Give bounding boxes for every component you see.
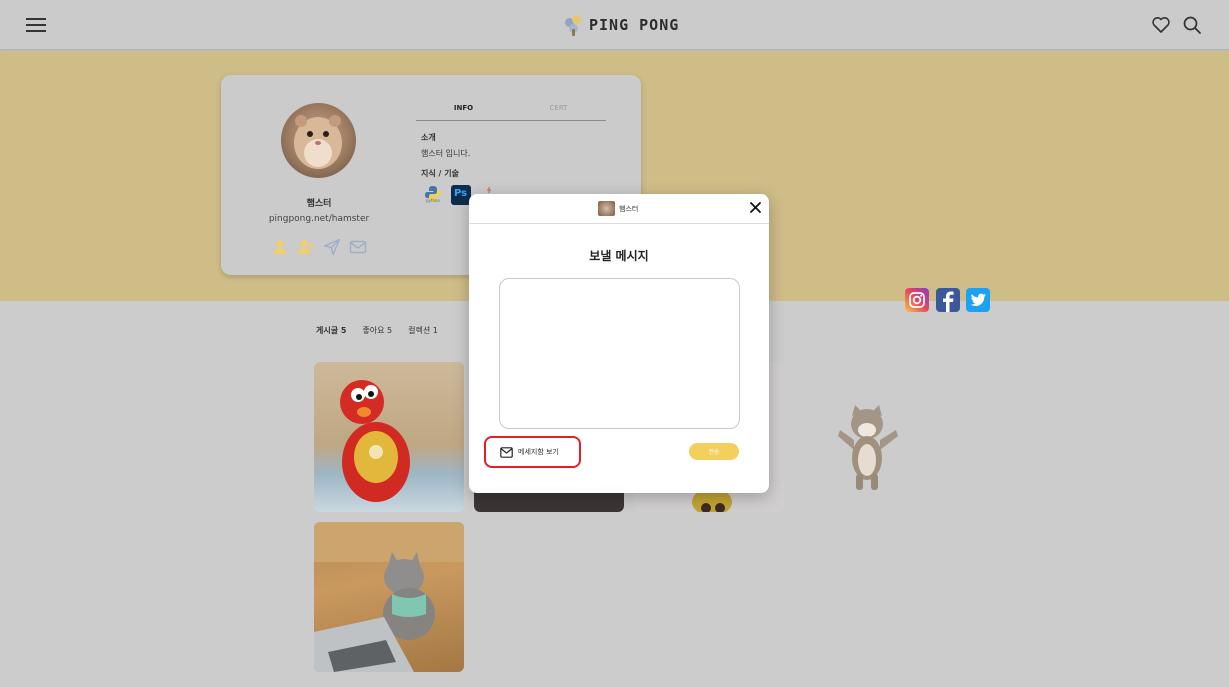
- modal-title: 보낼 메시지: [589, 249, 649, 263]
- message-input[interactable]: [499, 278, 740, 429]
- add-person-icon[interactable]: [297, 238, 315, 256]
- logo-text: PING PONG: [589, 16, 680, 34]
- tab-likes[interactable]: 좋아요 5: [362, 325, 392, 336]
- tab-posts[interactable]: 게시글 5: [316, 325, 346, 336]
- cat-typing-image: [314, 522, 464, 672]
- modal-avatar: [598, 201, 615, 216]
- person-icon[interactable]: [271, 238, 289, 256]
- tab-collections[interactable]: 컬렉션 1: [408, 325, 438, 336]
- heart-icon[interactable]: [1151, 15, 1171, 35]
- profile-url[interactable]: pingpong.net/hamster: [221, 214, 417, 224]
- tab-cert[interactable]: CERT: [511, 101, 606, 120]
- tab-info[interactable]: INFO: [416, 101, 511, 120]
- info-tabs: INFO CERT: [416, 101, 606, 121]
- avatar[interactable]: [281, 103, 356, 178]
- logo-balls-icon: [563, 14, 585, 36]
- search-icon[interactable]: [1182, 15, 1202, 35]
- close-icon[interactable]: [749, 201, 762, 214]
- skills-heading: 지식 / 기술: [421, 169, 459, 178]
- intro-text: 햄스터 입니다.: [421, 149, 471, 158]
- floating-cat-sticker: [838, 405, 898, 490]
- top-header: PING PONG: [0, 0, 1229, 50]
- hamster-image: [294, 115, 342, 169]
- instagram-icon[interactable]: [905, 288, 929, 312]
- photoshop-label: Ps: [454, 188, 468, 199]
- modal-header: 햄스터: [469, 194, 769, 224]
- python-label: python: [426, 198, 440, 203]
- send-icon[interactable]: [323, 238, 341, 256]
- modal-username: 햄스터: [619, 205, 639, 213]
- view-messages-label: 메세지함 보기: [518, 448, 559, 456]
- elmo-image: [340, 380, 410, 502]
- intro-heading: 소개: [421, 133, 436, 142]
- python-icon[interactable]: python: [423, 184, 443, 204]
- mail-icon: [500, 446, 513, 458]
- post-thumbnail[interactable]: [314, 362, 464, 512]
- post-thumbnail[interactable]: [314, 522, 464, 672]
- twitter-icon[interactable]: [966, 288, 990, 312]
- profile-name: 햄스터: [306, 199, 332, 209]
- photoshop-icon[interactable]: Ps: [451, 185, 471, 205]
- menu-icon[interactable]: [26, 15, 46, 33]
- facebook-icon[interactable]: [936, 288, 960, 312]
- profile-actions: [271, 238, 367, 256]
- send-button[interactable]: 전송: [689, 443, 739, 460]
- send-message-modal: 햄스터 보낼 메시지 메세지함 보기 전송: [469, 194, 769, 493]
- logo[interactable]: PING PONG: [563, 13, 679, 37]
- view-messages-button[interactable]: 메세지함 보기: [484, 436, 581, 468]
- post-tabs: 게시글 5 좋아요 5 컬렉션 1: [316, 325, 438, 336]
- mail-icon[interactable]: [349, 238, 367, 256]
